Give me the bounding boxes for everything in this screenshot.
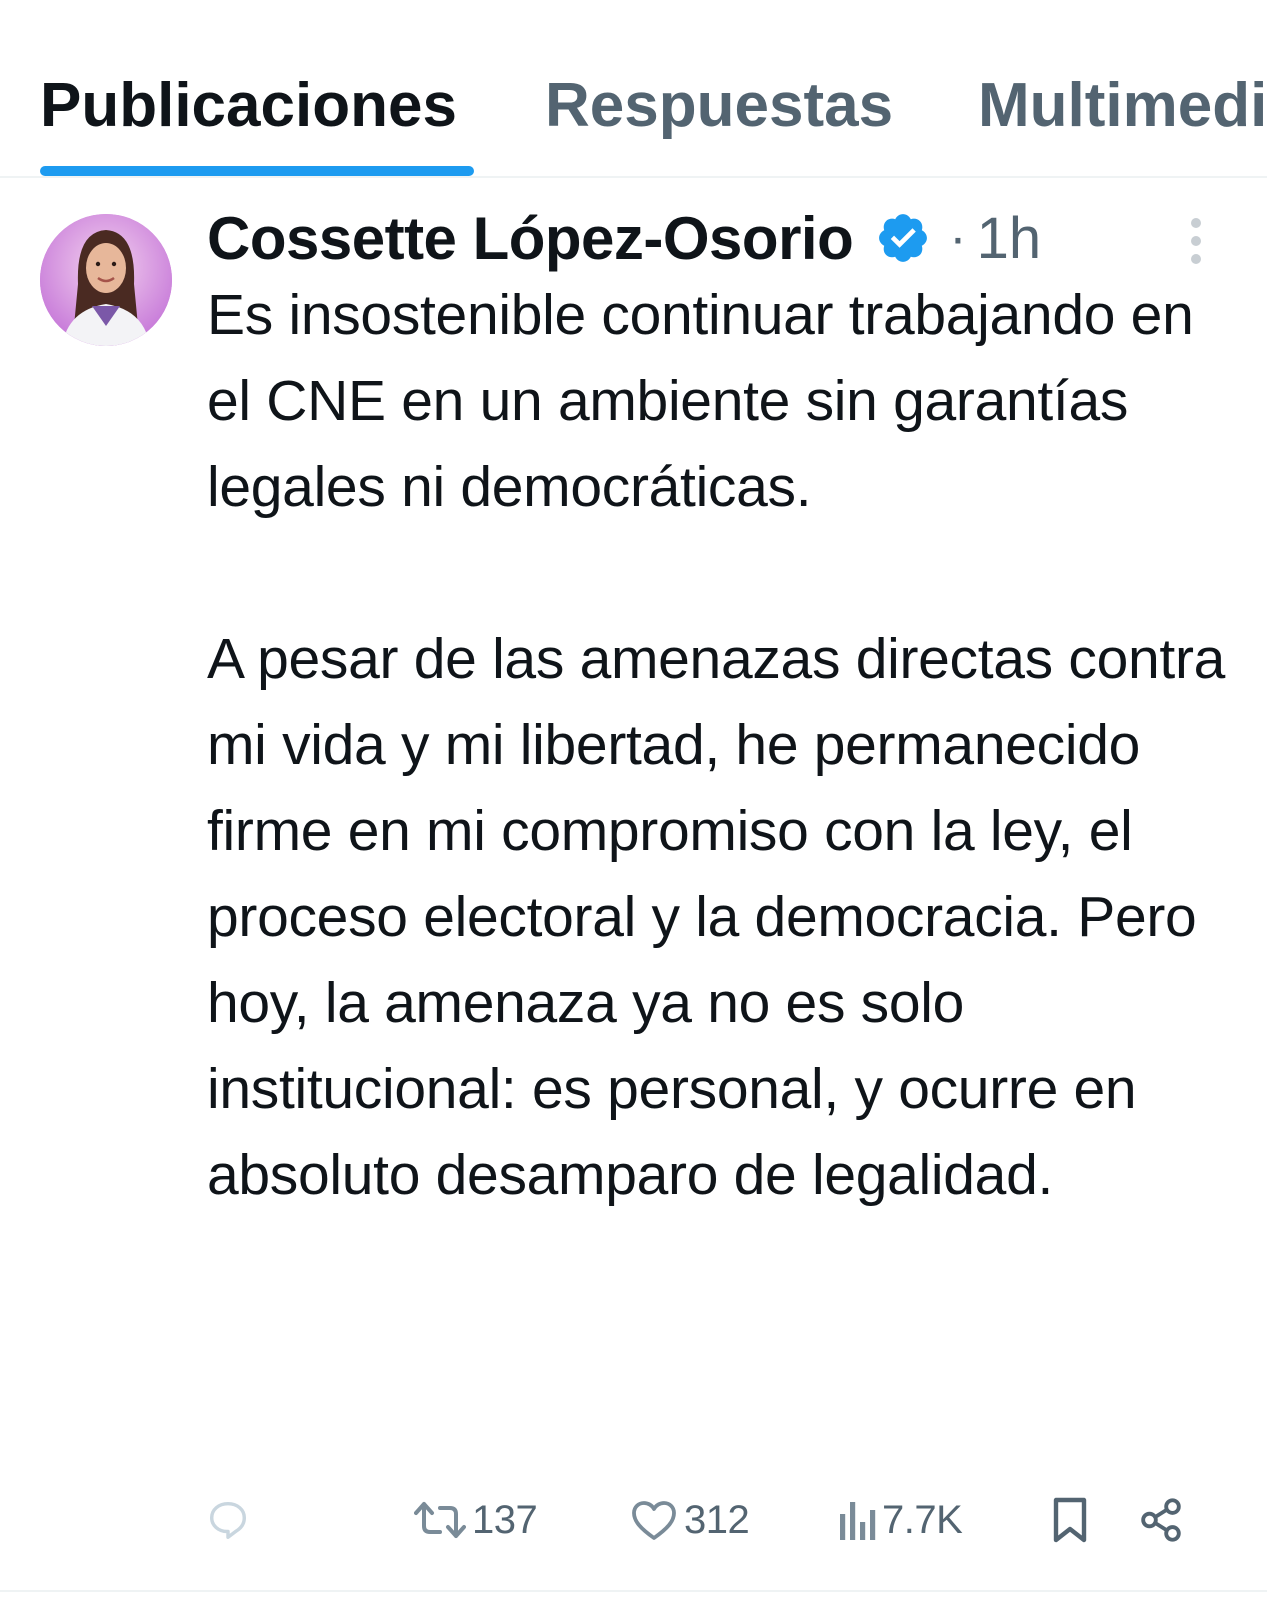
views-icon <box>840 1502 876 1540</box>
post-timestamp[interactable]: 1h <box>977 205 1042 272</box>
bookmark-icon <box>1053 1497 1087 1543</box>
share-icon <box>1141 1498 1181 1542</box>
avatar[interactable] <box>40 214 172 346</box>
active-tab-indicator <box>40 166 474 176</box>
more-vertical-icon <box>1191 218 1201 264</box>
heart-icon <box>632 1501 676 1540</box>
tab-respuestas[interactable]: Respuestas <box>545 70 893 142</box>
divider <box>0 1590 1267 1592</box>
post-header: Cossette López-Osorio · 1h <box>207 200 1041 276</box>
bookmark-button[interactable] <box>1050 1480 1090 1560</box>
tab-multimedia[interactable]: Multimedia <box>978 70 1267 142</box>
share-button[interactable] <box>1138 1480 1184 1560</box>
reply-button[interactable] <box>205 1480 251 1560</box>
repost-count: 137 <box>472 1497 538 1542</box>
avatar-portrait <box>40 214 172 346</box>
post-actions: 137 312 7.7K <box>0 1480 1267 1560</box>
views-button[interactable]: 7.7K <box>836 1480 963 1560</box>
more-options-button[interactable] <box>1184 215 1208 267</box>
repost-button[interactable]: 137 <box>414 1480 538 1560</box>
reply-icon <box>209 1501 247 1539</box>
tab-publicaciones[interactable]: Publicaciones <box>40 70 457 142</box>
profile-tabs: Publicaciones Respuestas Multimedia <box>0 0 1267 178</box>
like-button[interactable]: 312 <box>630 1480 750 1560</box>
verified-badge-icon <box>879 214 928 262</box>
views-count: 7.7K <box>882 1497 963 1542</box>
like-count: 312 <box>684 1497 750 1542</box>
repost-icon <box>414 1502 466 1538</box>
dot-separator: · <box>949 209 967 267</box>
author-name[interactable]: Cossette López-Osorio <box>207 204 854 273</box>
post-text: Es insostenible continuar trabajando en … <box>207 283 1226 1207</box>
